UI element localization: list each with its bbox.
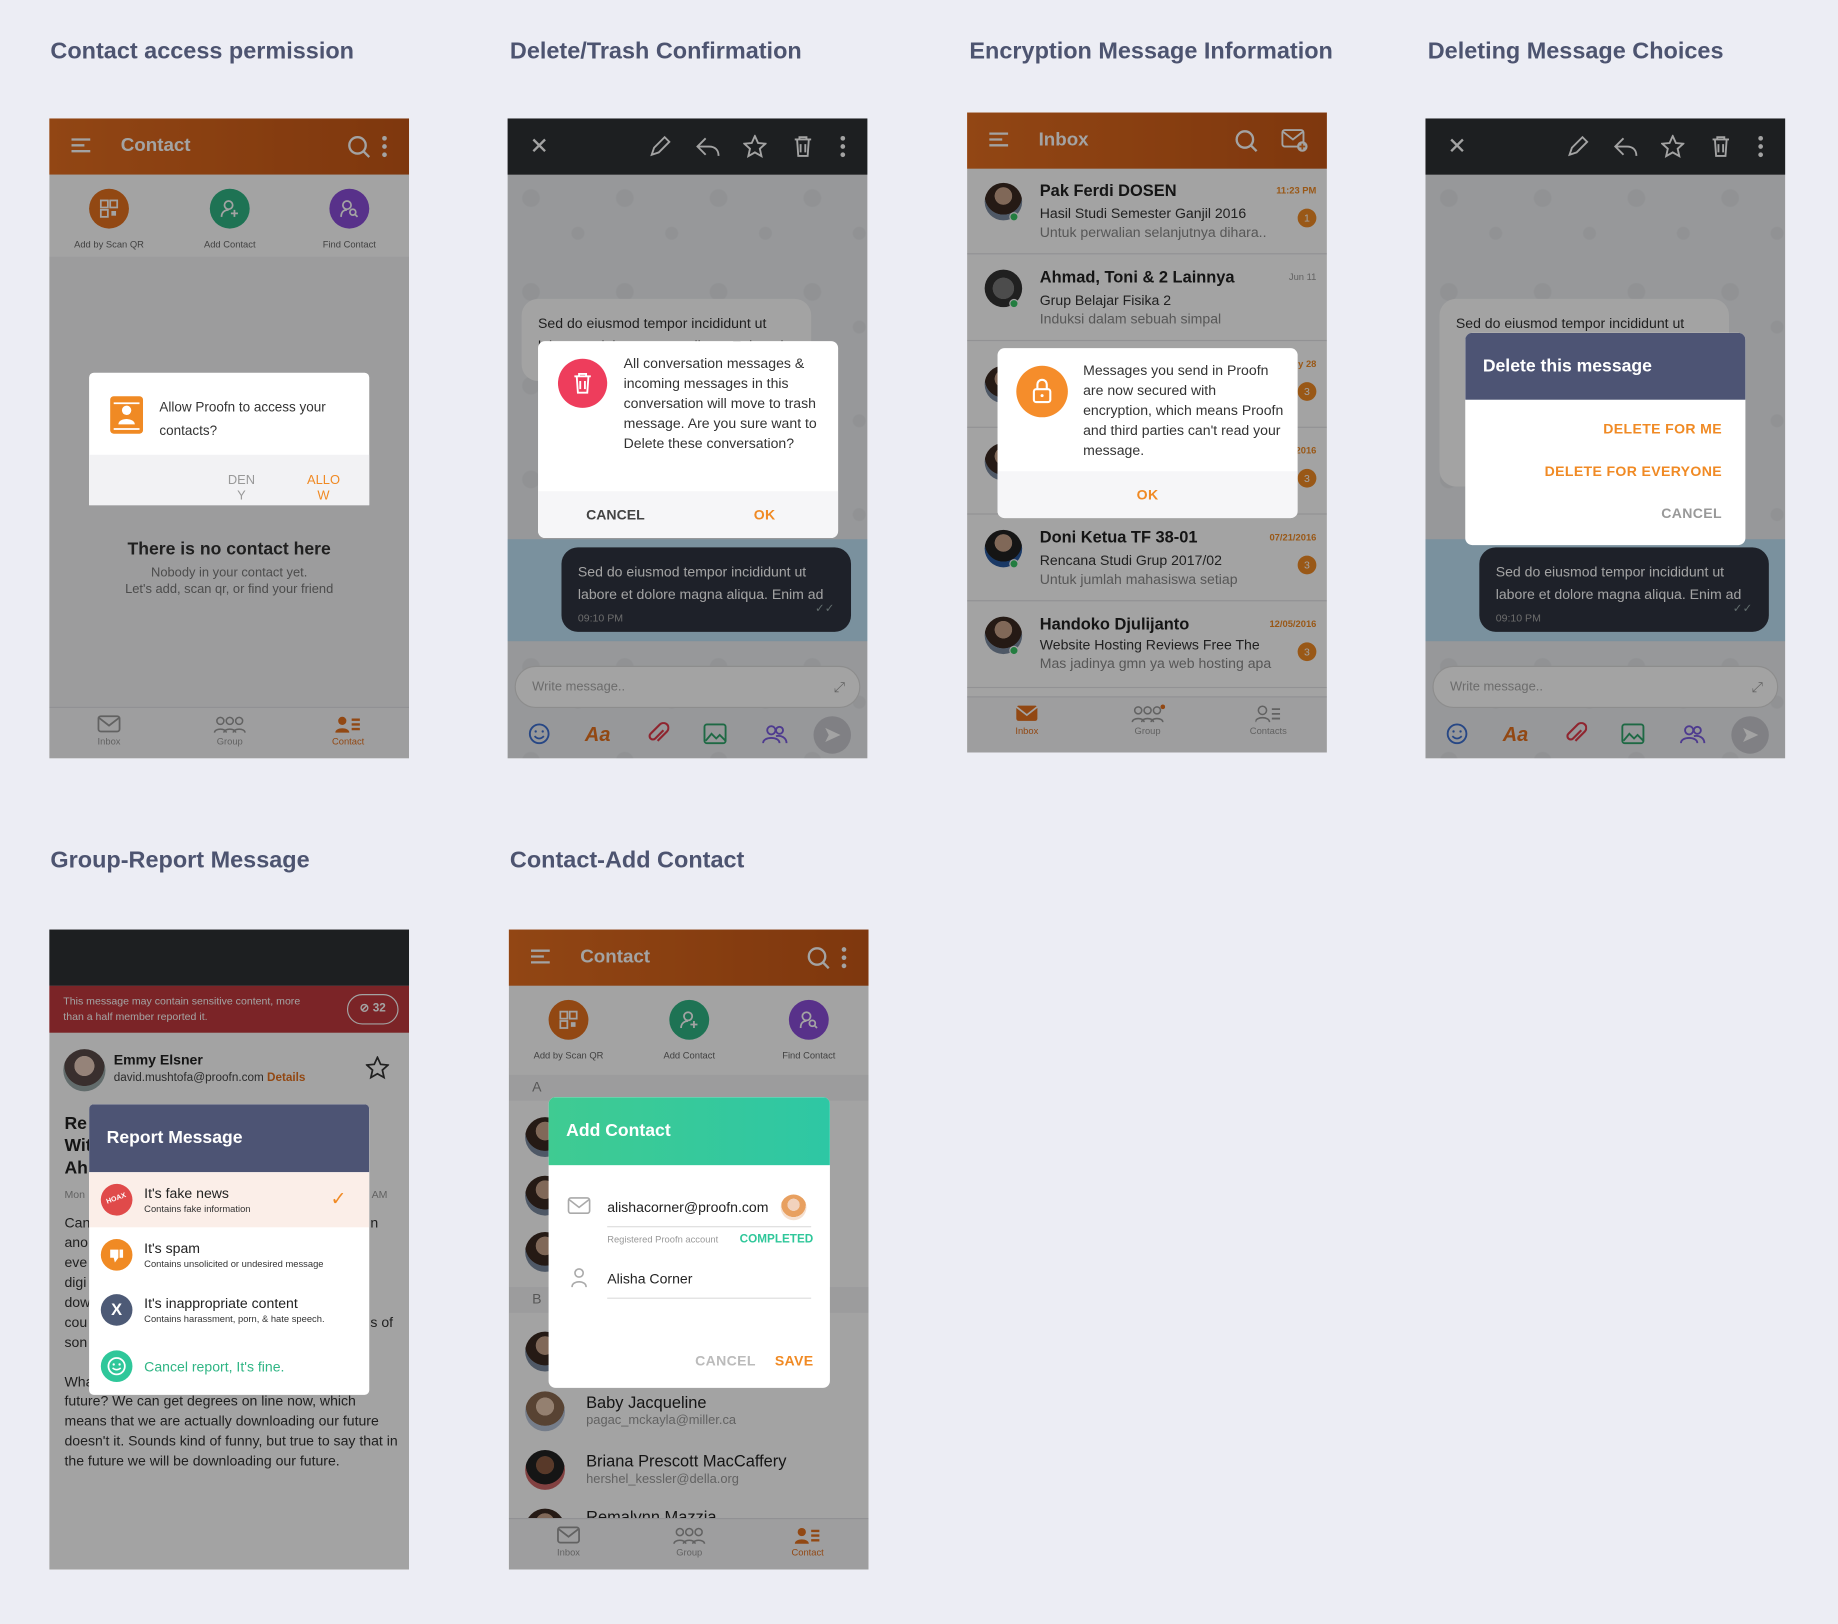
section-title-delete-confirmation: Delete/Trash Confirmation (509, 38, 802, 65)
option-subtitle: Contains unsolicited or undesired messag… (144, 1258, 324, 1270)
phone-contact-permission: Contact Add by Scan QR Add Contact Find … (49, 118, 410, 759)
delete-choice-title: Delete this message (1482, 356, 1652, 377)
mail-icon (567, 1197, 591, 1216)
person-icon (570, 1267, 589, 1288)
section-title-group-report: Group-Report Message (50, 847, 310, 874)
report-dialog-title: Report Message (106, 1127, 243, 1148)
permission-text: Allow Proofn to access your contacts? (159, 400, 326, 439)
option-subtitle: Contains harassment, porn, & hate speech… (144, 1314, 325, 1325)
report-option-fake-news[interactable]: HOAX It's fake news Contains fake inform… (89, 1172, 370, 1228)
hoax-icon: HOAX (96, 1179, 137, 1221)
cancel-report-label: Cancel report, It's fine. (144, 1358, 285, 1375)
permission-dialog: Allow Proofn to access your contacts? DE… (89, 372, 370, 506)
report-option-inappropriate[interactable]: X It's inappropriate content Contains ha… (89, 1282, 369, 1337)
ok-button[interactable]: OK (998, 486, 1298, 502)
phone-add-contact: Contact Add by Scan QR Add Contact Find … (508, 929, 869, 1570)
cancel-button[interactable]: CANCEL (586, 506, 645, 522)
delete-choice-header: Delete this message (1465, 332, 1746, 400)
phone-encryption-info: Inbox Pak Ferdi DOSEN Hasil Studi Semest… (967, 112, 1327, 753)
trash-dialog-icon (557, 358, 608, 408)
deny-button[interactable]: DENY (225, 474, 258, 504)
report-dialog-header: Report Message (89, 1104, 370, 1173)
section-title-contact-permission: Contact access permission (50, 38, 355, 65)
trash-dialog-actions: CANCEL OK (538, 491, 839, 539)
trash-dialog-text: All conversation messages & incoming mes… (623, 355, 817, 452)
name-field[interactable]: Alisha Corner (607, 1264, 812, 1299)
option-title: It's inappropriate content (144, 1295, 298, 1312)
add-contact-title: Add Contact (566, 1120, 671, 1141)
name-value: Alisha Corner (607, 1270, 693, 1288)
section-title-delete-choices: Deleting Message Choices (1427, 38, 1724, 65)
smile-icon (100, 1350, 133, 1383)
cancel-report-option[interactable]: Cancel report, It's fine. (89, 1337, 369, 1394)
completed-status: COMPLETED (739, 1233, 814, 1247)
section-title-add-contact: Contact-Add Contact (509, 847, 745, 874)
x-icon: X (100, 1294, 133, 1326)
delete-for-everyone-button[interactable]: DELETE FOR EVERYONE (1545, 463, 1722, 479)
email-value: alishacorner@proofn.com (607, 1199, 769, 1216)
email-field[interactable]: alishacorner@proofn.com (607, 1192, 812, 1228)
canvas: Contact access permission Delete/Trash C… (0, 0, 1838, 1623)
delete-choice-dialog: Delete this message DELETE FOR ME DELETE… (1465, 332, 1746, 546)
option-title: It's fake news (144, 1185, 229, 1202)
permission-actions: DENY ALLOW (89, 454, 370, 506)
cancel-button[interactable]: CANCEL (1661, 505, 1722, 521)
allow-button[interactable]: ALLOW (302, 474, 344, 504)
thumbs-down-icon (100, 1239, 133, 1271)
check-icon: ✓ (330, 1189, 347, 1210)
phone-group-report: This message may contain sensitive conte… (49, 929, 410, 1570)
report-dialog: Report Message HOAX It's fake news Conta… (89, 1104, 370, 1395)
contacts-book-icon (110, 396, 144, 434)
cancel-button[interactable]: CANCEL (695, 1353, 756, 1369)
lock-icon (1016, 365, 1068, 418)
avatar (780, 1194, 807, 1221)
phone-trash-confirmation: Sed do eiusmod tempor incididunt ut labo… (507, 118, 868, 759)
add-contact-dialog: Add Contact alishacorner@proofn.com Regi… (548, 1097, 830, 1388)
section-title-encryption-info: Encryption Message Information (969, 38, 1333, 65)
trash-dialog: All conversation messages & incoming mes… (538, 341, 839, 539)
registered-hint: Registered Proofn account (607, 1234, 719, 1245)
option-title: It's spam (144, 1240, 201, 1257)
encryption-actions: OK (997, 471, 1298, 519)
report-option-spam[interactable]: It's spam Contains unsolicited or undesi… (89, 1227, 369, 1282)
ok-button[interactable]: OK (754, 506, 776, 522)
option-subtitle: Contains fake information (144, 1203, 251, 1215)
encryption-text: Messages you send in Proofn are now secu… (1083, 362, 1284, 459)
phone-delete-choices: Sed do eiusmod tempor incididunt ut Sed … (1425, 118, 1786, 759)
add-contact-header: Add Contact (548, 1097, 830, 1166)
encryption-dialog: Messages you send in Proofn are now secu… (997, 348, 1298, 519)
delete-for-me-button[interactable]: DELETE FOR ME (1603, 421, 1722, 437)
save-button[interactable]: SAVE (775, 1353, 814, 1369)
